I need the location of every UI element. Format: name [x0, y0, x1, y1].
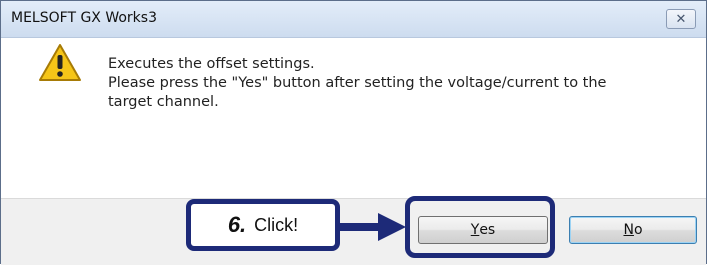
- no-label-rest: o: [633, 222, 643, 238]
- step-action: Click!: [254, 214, 299, 235]
- close-button[interactable]: ✕: [666, 9, 696, 29]
- title-bar[interactable]: MELSOFT GX Works3 ✕: [1, 1, 706, 38]
- message-line: Please press the "Yes" button after sett…: [108, 75, 607, 91]
- message-line: Executes the offset settings.: [108, 56, 315, 72]
- no-mnemonic: N: [623, 222, 634, 238]
- close-icon: ✕: [675, 11, 687, 27]
- yes-button-highlight: [405, 196, 555, 258]
- step-number: 6.: [227, 212, 247, 237]
- warning-icon: [39, 44, 81, 81]
- step-callout: 6. Click!: [186, 199, 340, 251]
- window-title: MELSOFT GX Works3: [11, 10, 157, 26]
- message-text: Executes the offset settings. Please pre…: [108, 55, 678, 112]
- pointer-arrow: [340, 213, 406, 241]
- no-button[interactable]: No: [569, 216, 697, 244]
- message-line: target channel.: [108, 94, 219, 110]
